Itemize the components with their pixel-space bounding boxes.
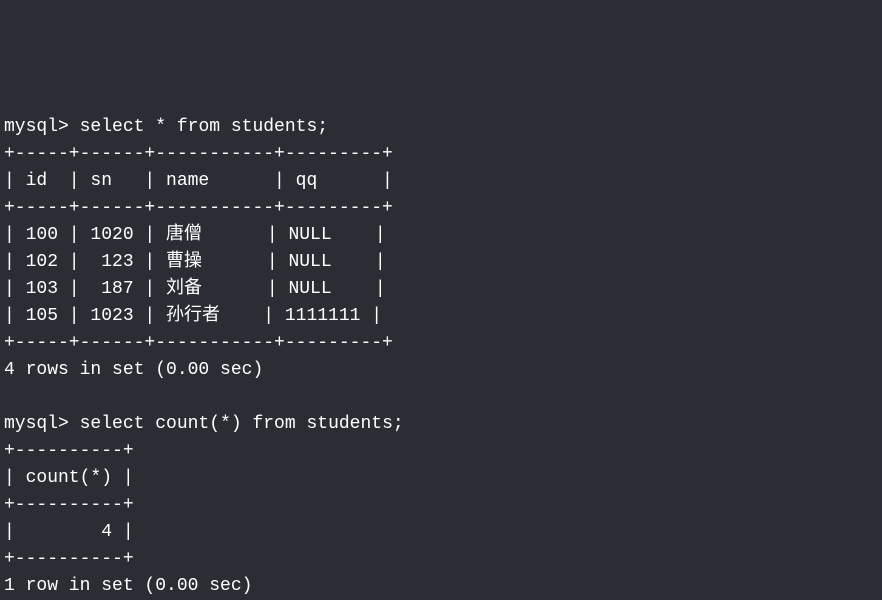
table1-border-bot: +-----+------+-----------+---------+ (4, 333, 393, 353)
table1-header: | id | sn | name | qq | (4, 171, 393, 191)
result-message-1: 4 rows in set (0.00 sec) (4, 360, 263, 380)
result-message-2: 1 row in set (0.00 sec) (4, 576, 252, 596)
table2-border-bot: +----------+ (4, 549, 134, 569)
mysql-prompt: mysql> (4, 117, 69, 137)
table-row: | 100 | 1020 | 唐僧 | NULL | (4, 225, 386, 245)
table-row: | 103 | 187 | 刘备 | NULL | (4, 279, 386, 299)
table-row: | 105 | 1023 | 孙行者 | 1111111 | (4, 306, 382, 326)
table2-border-mid: +----------+ (4, 495, 134, 515)
table-row: | 102 | 123 | 曹操 | NULL | (4, 252, 386, 272)
sql-command-2: select count(*) from students; (80, 414, 404, 434)
table2-header: | count(*) | (4, 468, 134, 488)
sql-command-1: select * from students; (80, 117, 328, 137)
table1-border-top: +-----+------+-----------+---------+ (4, 144, 393, 164)
table2-border-top: +----------+ (4, 441, 134, 461)
table-row: | 4 | (4, 522, 134, 542)
table1-border-mid: +-----+------+-----------+---------+ (4, 198, 393, 218)
mysql-prompt: mysql> (4, 414, 69, 434)
